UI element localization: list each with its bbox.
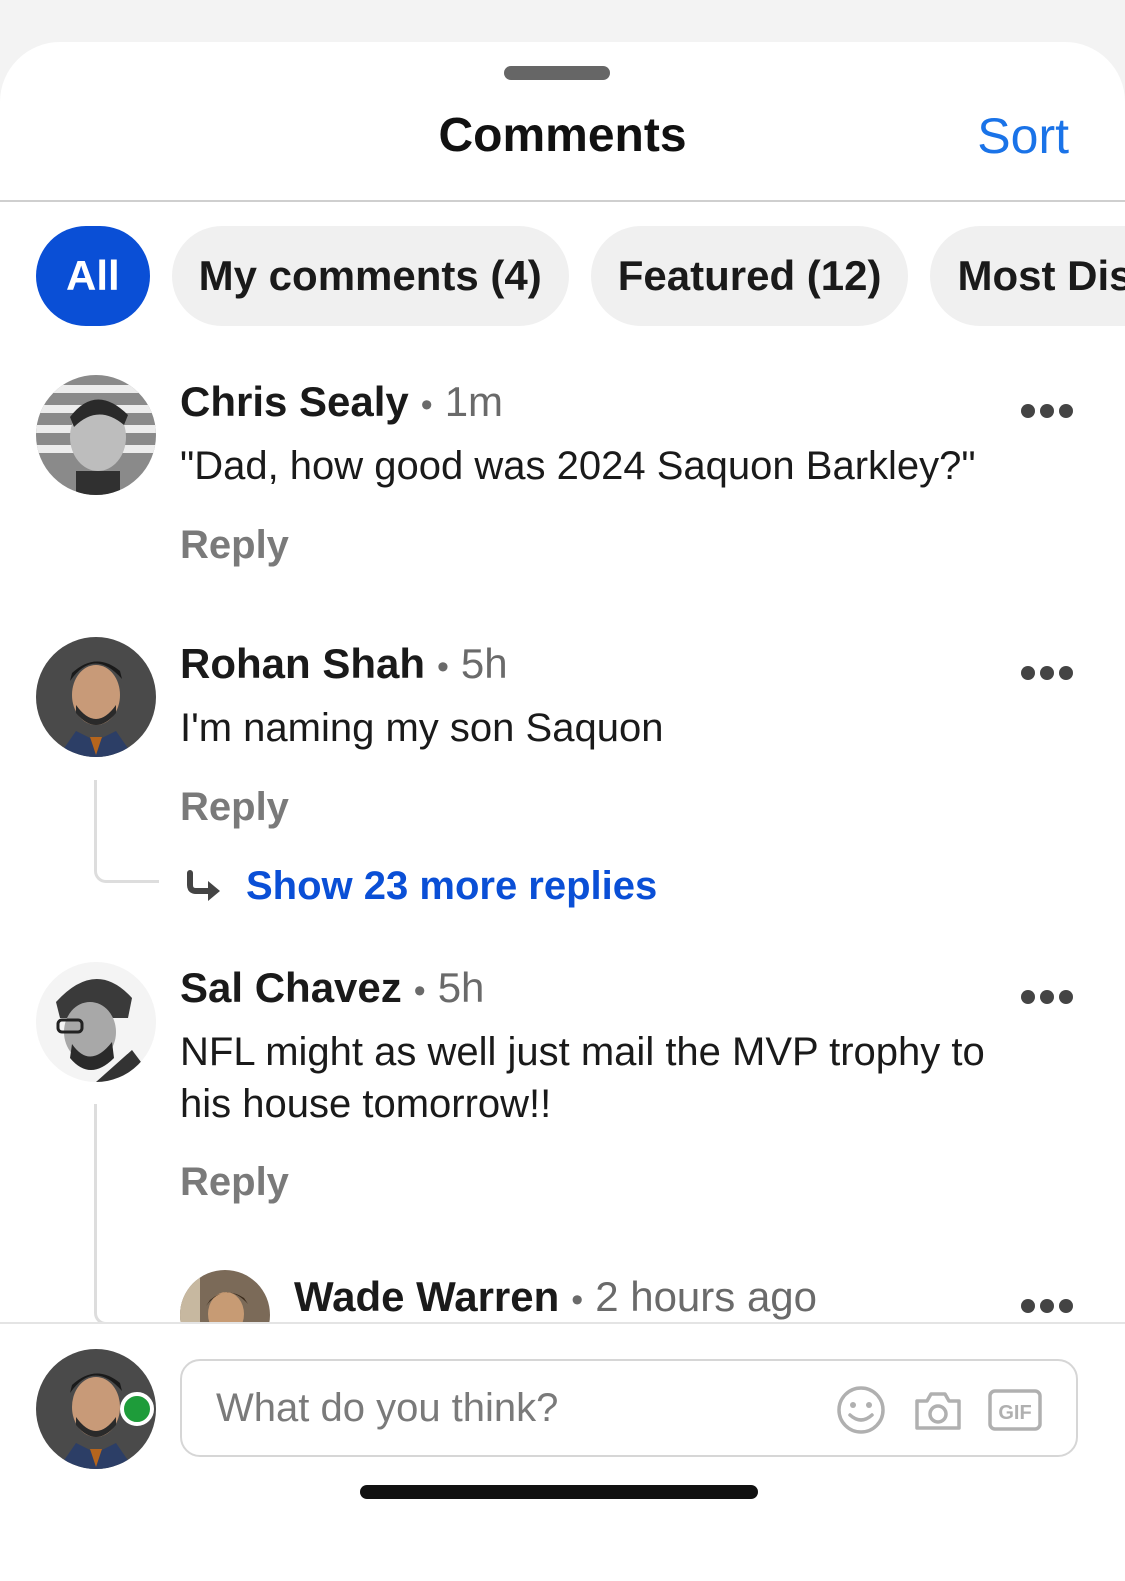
comment-text: NFL might as well just mail the MVP trop…: [180, 1030, 985, 1126]
show-more-replies-button[interactable]: Show 23 more replies: [186, 860, 657, 912]
home-indicator: [360, 1485, 758, 1499]
filter-chip-most-discussed[interactable]: Most Disc: [930, 226, 1125, 326]
filter-chip-all[interactable]: All: [36, 226, 150, 326]
reply-button[interactable]: Reply: [180, 1157, 289, 1207]
comment-input[interactable]: What do you think? GIF: [180, 1359, 1078, 1457]
comment-header: Rohan Shah • 5h: [180, 638, 508, 693]
drag-handle[interactable]: [504, 66, 610, 80]
more-options-icon[interactable]: [1021, 1299, 1073, 1315]
reply-button[interactable]: Reply: [180, 520, 289, 570]
avatar[interactable]: [36, 962, 156, 1082]
separator-dot: •: [420, 386, 433, 424]
gif-label: GIF: [998, 1402, 1031, 1424]
filter-chips: AllMy comments (4)Featured (12)Most Disc: [36, 226, 1125, 326]
comment-author[interactable]: Rohan Shah: [180, 640, 425, 687]
comment-header: Chris Sealy • 1m: [180, 376, 503, 431]
online-status-indicator: [120, 1392, 154, 1426]
comment-composer: What do you think? GIF: [0, 1322, 1125, 1581]
filter-chip-featured[interactable]: Featured (12): [590, 226, 909, 326]
comment-author[interactable]: Sal Chavez: [180, 964, 402, 1011]
filter-chip-my-comments[interactable]: My comments (4): [171, 226, 569, 326]
comment-text: "Dad, how good was 2024 Saquon Barkley?": [180, 444, 976, 488]
comment-time: 5h: [437, 964, 485, 1011]
more-options-icon[interactable]: [1021, 990, 1073, 1006]
avatar[interactable]: [36, 375, 156, 495]
comments-sheet: Comments Sort All My comments (4) Featured…: [0, 42, 1125, 1581]
gif-icon[interactable]: GIF: [988, 1385, 1042, 1440]
more-options-icon[interactable]: [1021, 404, 1073, 420]
emoji-icon[interactable]: [836, 1385, 886, 1440]
camera-icon[interactable]: [913, 1385, 963, 1440]
reply-author[interactable]: Wade Warren: [294, 1273, 559, 1320]
show-more-replies-label: Show 23 more replies: [246, 864, 658, 908]
reply-arrow-icon: [186, 862, 224, 914]
reply-button[interactable]: Reply: [180, 782, 289, 832]
comment-time: 5h: [460, 640, 508, 687]
comment-text: I'm naming my son Saquon: [180, 706, 664, 750]
avatar[interactable]: [36, 637, 156, 757]
separator-dot: •: [571, 1281, 584, 1319]
reply-header: Wade Warren • 2 hours ago: [294, 1271, 817, 1326]
thread-connector: [94, 1104, 159, 1325]
comment-header: Sal Chavez • 5h: [180, 962, 484, 1017]
thread-connector: [94, 780, 159, 883]
page-title: Comments: [438, 109, 687, 162]
more-options-icon[interactable]: [1021, 666, 1073, 682]
separator-dot: •: [437, 648, 449, 686]
sort-button[interactable]: Sort: [977, 106, 1069, 166]
header-divider: [0, 200, 1125, 202]
comment-time: 1m: [444, 378, 504, 425]
reply-time: 2 hours ago: [595, 1273, 818, 1320]
comment-input-placeholder: What do you think?: [216, 1386, 559, 1430]
comment-author[interactable]: Chris Sealy: [180, 378, 409, 425]
separator-dot: •: [413, 972, 426, 1010]
